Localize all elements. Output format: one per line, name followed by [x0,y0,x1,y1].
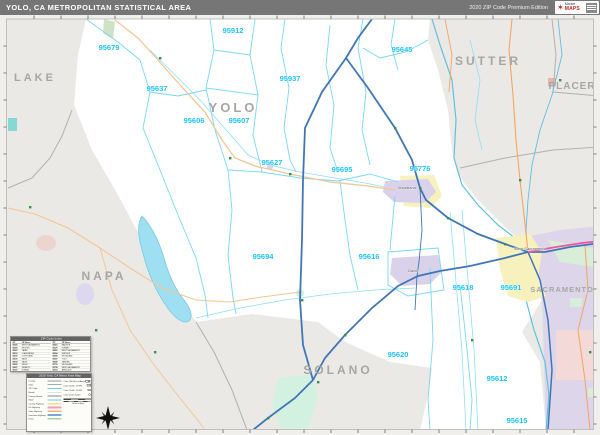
city-label-davis: Davis [408,268,418,273]
map-page: YOLO, CA METROPOLITAN STATISTICAL AREA 2… [0,0,600,435]
zip-index-table: ZIP Code Index ZIP ZIP Name 95605 WEST SA… [10,336,91,372]
zip-label-95937: 95937 [280,74,301,83]
zip-label-95620: 95620 [388,350,409,359]
logo-text-bottom: MAPS [564,5,580,12]
zip-label-95912: 95912 [223,26,244,35]
zip-label-95627: 95627 [262,158,283,167]
city-size-sample: City [88,393,92,397]
city-size-label: Cities 50,000 - 99,999 [63,384,83,387]
legend-item-label: Water [28,398,35,402]
city-size-label: Cities 100,000 and Above [63,380,86,383]
city-size-sample: City [86,384,91,388]
legend-swatch [47,395,62,397]
county-label-placer: PLACER [548,81,595,92]
zip-name-cell: ARBUCKLE [61,368,90,371]
county-label-napa: NAPA [81,269,126,283]
zip-label-95612: 95612 [487,374,508,383]
county-label-solano: SOLANO [303,363,372,377]
publisher-logo: ✶ Market MAPS [555,1,599,14]
patch-mint-1 [570,298,582,307]
scale-label: Scale in Miles [72,402,84,405]
city-label-west-sacramento: West Sacramento [514,246,546,251]
city-size-sample: City [87,388,92,392]
edition-label: 2020 ZIP Code Premium Edition [469,4,548,11]
county-label-sacramento: SACRAMENTO [530,285,594,294]
zip-label-95607: 95607 [229,116,250,125]
zip-label-95615: 95615 [507,416,528,425]
zip-label-95694: 95694 [253,252,275,261]
zip-label-95776: 95776 [410,164,431,173]
page-title: YOLO, CA METROPOLITAN STATISTICAL AREA [6,3,192,12]
legend-item-label: State Highway [28,410,43,413]
legend-swatch [47,384,62,386]
logo-star-icon: ✶ [557,2,564,12]
county-label-yolo: YOLO [209,100,258,115]
zip-index-left: ZIP ZIP Name 95605 WEST SACRAMENTO 95606 BR… [12,341,51,371]
county-label-sutter: SUTTER [455,54,521,68]
zip-index-row: 95912 ARBUCKLE [52,368,90,371]
legend-item-label: ZIP Code [28,387,38,390]
zip-label-95616: 95616 [359,252,380,261]
legend-item-label: County [28,379,36,383]
legend-swatch [47,388,62,389]
legend-item-label: Interstate Highway [28,413,46,417]
legend-item-label: Roads [28,391,35,394]
map-area: LAKE NAPA YOLO SUTTER PLACER SOLANO SACRAMENTO… [0,15,600,435]
zip-index-right: ZIP ZIP Name 95653 MADISON 95679 RUMSEY 9569… [52,341,90,371]
legend: 2020 Yolo, CA Metro Area Map County State… [26,373,92,432]
city-size-label: Cities Under 25,000 [63,393,81,396]
zip-code-cell: 95912 [52,368,62,371]
zip-label-95679: 95679 [99,43,120,52]
legend-item-label: Parks [28,417,34,421]
legend-swatch [47,406,62,409]
patch-pink-napa [36,235,56,251]
scale-bar-1 [63,398,91,400]
scale-bars: Scale in Miles [63,398,91,405]
legend-swatch [47,410,62,413]
zip-index-row: 95637 GUINDA [12,368,51,371]
legend-city-sizes: Cities 100,000 and Above City Cities 50,00… [63,379,92,421]
legend-item-label: US Highway [28,406,41,409]
zip-label-95618: 95618 [453,283,474,292]
zip-label-95645: 95645 [392,45,413,54]
zip-label-95695: 95695 [332,165,353,174]
legend-items: County State ZIP Code Roads Primary Roads Wat… [29,379,62,421]
zip-name-cell: GUINDA [21,368,51,371]
map-canvas: LAKE NAPA YOLO SUTTER PLACER SOLANO SACRAMENTO… [0,15,600,435]
legend-swatch [47,402,62,405]
legend-city-size-row: Cities Under 25,000 City [63,393,92,398]
legend-item-label: Primary Roads [28,394,43,398]
zip-code-cell: 95637 [12,368,22,371]
legend-swatch [47,399,62,401]
patch-lavender-napa [76,283,94,305]
legend-swatch [47,380,62,382]
county-label-lake: LAKE [14,72,56,84]
patch-teal [8,118,17,131]
zip-label-95606: 95606 [184,116,205,125]
legend-swatch [47,414,62,416]
city-size-label: Cities 25,000 - 49,999 [63,389,83,392]
zip-label-95691: 95691 [501,283,522,292]
logo-badge [586,2,597,13]
zip-label-95637: 95637 [147,84,168,93]
legend-item-label: County Highway [28,402,44,405]
legend-item-label: State [28,383,34,386]
legend-swatch [47,417,62,420]
title-bar: YOLO, CA METROPOLITAN STATISTICAL AREA 2… [0,0,600,15]
legend-item-parks: Parks [29,417,62,421]
city-size-sample: City [85,379,92,384]
legend-swatch [47,391,62,393]
city-label-woodland: Woodland [398,185,416,190]
